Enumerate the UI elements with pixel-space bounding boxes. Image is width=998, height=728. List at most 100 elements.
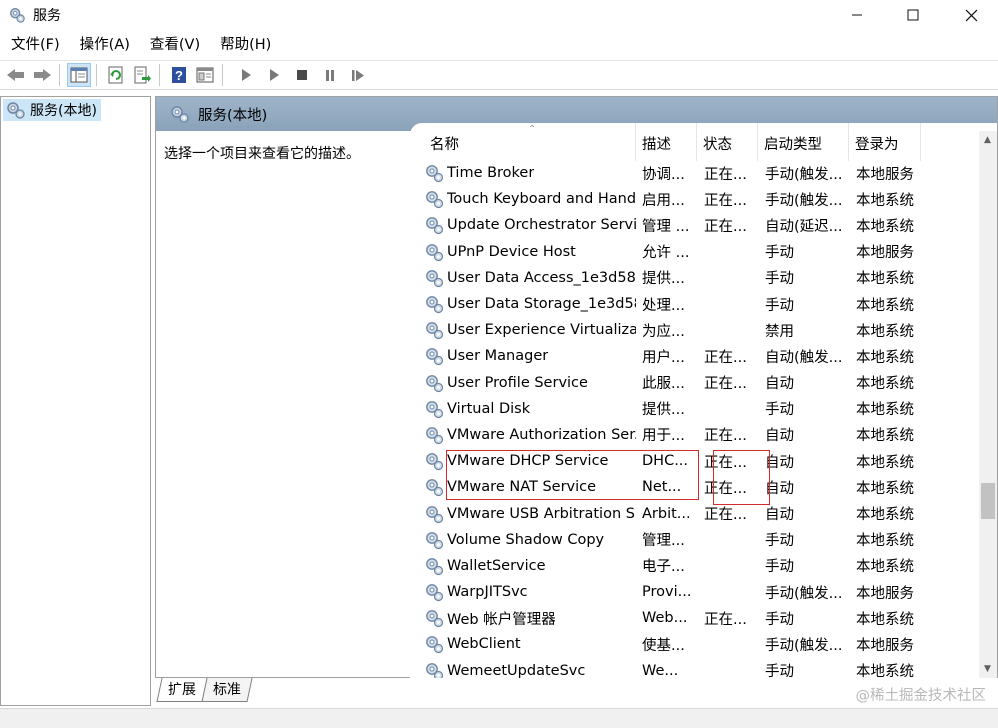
tree-item-services-local[interactable]: 服务(本地) (3, 99, 101, 121)
cell-status: 正在... (704, 376, 747, 393)
service-gear-icon (424, 346, 444, 366)
service-gear-icon (424, 425, 444, 445)
menu-action[interactable]: 操作(A) (70, 32, 140, 58)
maximize-icon[interactable] (890, 0, 936, 30)
help-icon[interactable]: ? (167, 63, 191, 87)
tab-label: 扩展 (168, 682, 196, 698)
cell-name: User Data Storage_1e3d58... (410, 294, 636, 314)
service-gear-icon (424, 242, 444, 262)
cell-description: Arbit... (642, 505, 691, 522)
cell-description: 管理... (642, 533, 685, 550)
start-service-alt-icon[interactable] (262, 63, 286, 87)
cell-name: Touch Keyboard and Hand... (410, 189, 636, 209)
close-icon[interactable] (948, 0, 994, 30)
vertical-scrollbar[interactable]: ▲ ▼ (979, 131, 997, 678)
services-gear-icon (10, 8, 25, 23)
menu-bar: 文件(F) 操作(A) 查看(V) 帮助(H) (0, 32, 998, 58)
service-name: VMware Authorization Ser... (447, 426, 636, 443)
cell-startup-type: 自动(延迟... (765, 218, 843, 235)
cell-startup-type: 手动(触发... (765, 637, 843, 654)
refresh-icon[interactable] (104, 63, 128, 87)
cell-description: 提供... (642, 402, 685, 419)
table-row[interactable]: Update Orchestrator Service 管理 ... 正在... 自动… (410, 212, 980, 238)
cell-log-on-as: 本地服务 (856, 637, 914, 654)
properties-icon[interactable] (193, 63, 217, 87)
table-row[interactable]: UPnP Device Host 允许 ... 手动 本地服务 (410, 239, 980, 265)
tab-extended[interactable]: 扩展 (156, 678, 208, 702)
table-row[interactable]: User Manager 用户... 正在... 自动(触发... 本地系统 (410, 343, 980, 369)
menu-file[interactable]: 文件(F) (0, 32, 70, 58)
cell-log-on-as: 本地系统 (856, 323, 914, 340)
table-row[interactable]: User Experience Virtualizat... 为应... 禁用 本地系… (410, 317, 980, 343)
table-row[interactable]: VMware Authorization Ser... 用于... 正在... 自动 本… (410, 422, 980, 448)
menu-view[interactable]: 查看(V) (140, 32, 210, 58)
service-name: User Data Access_1e3d5814 (447, 269, 636, 286)
sort-ascending-icon: ⌃ (528, 124, 537, 135)
cell-startup-type: 手动(触发... (765, 192, 843, 209)
cell-startup-type: 手动 (765, 297, 794, 314)
cell-name: WarpJITSvc (410, 582, 636, 602)
console-tree: 服务(本地) (0, 96, 151, 706)
table-row[interactable]: Touch Keyboard and Hand... 启用... 正在... 手动(触… (410, 186, 980, 212)
service-name: Web 帐户管理器 (447, 611, 556, 628)
service-name: User Profile Service (447, 374, 588, 391)
cell-status: 正在... (704, 349, 747, 366)
cell-description: 使基... (642, 637, 685, 654)
back-arrow-icon[interactable] (4, 63, 28, 87)
menu-help[interactable]: 帮助(H) (210, 32, 281, 58)
table-row[interactable]: Time Broker 协调... 正在... 手动(触发... 本地服务 (410, 160, 980, 186)
tree-item-label: 服务(本地) (30, 103, 97, 119)
table-row[interactable]: WebClient 使基... 手动(触发... 本地服务 (410, 631, 980, 657)
cell-description: 启用... (642, 192, 685, 209)
column-header-status[interactable]: 状态 (697, 123, 758, 161)
cell-startup-type: 自动 (765, 428, 794, 445)
service-gear-icon (424, 320, 444, 340)
cell-description: Web... (642, 610, 688, 627)
scroll-up-icon[interactable]: ▲ (984, 135, 991, 145)
export-list-icon[interactable] (130, 63, 154, 87)
cell-startup-type: 自动 (765, 454, 794, 471)
table-row[interactable]: User Data Access_1e3d5814 提供... 手动 本地系统 (410, 265, 980, 291)
service-gear-icon (424, 504, 444, 524)
service-gear-icon (424, 582, 444, 602)
restart-service-icon[interactable] (346, 63, 370, 87)
minimize-icon[interactable] (834, 0, 880, 30)
service-name: Update Orchestrator Service (447, 217, 636, 234)
stop-service-icon[interactable] (290, 63, 314, 87)
column-header-description[interactable]: 描述 (636, 123, 697, 161)
cell-description: 用户... (642, 349, 685, 366)
table-row[interactable]: Web 帐户管理器 Web... 正在... 手动 本地系统 (410, 605, 980, 631)
show-hide-console-tree-icon[interactable] (67, 63, 91, 87)
services-gear-icon (171, 106, 189, 123)
column-header-log-on-as[interactable]: 登录为 (849, 123, 921, 161)
cell-name: Update Orchestrator Service (410, 215, 636, 235)
pause-service-icon[interactable] (318, 63, 342, 87)
cell-description: 管理 ... (642, 218, 690, 235)
cell-startup-type: 自动(触发... (765, 349, 843, 366)
table-row[interactable]: VMware USB Arbitration S... Arbit... 正在...… (410, 500, 980, 526)
description-text: 选择一个项目来查看它的描述。 (164, 146, 360, 162)
scrollbar-thumb[interactable] (981, 483, 995, 519)
scroll-down-icon[interactable]: ▼ (984, 664, 991, 674)
table-row[interactable]: WarpJITSvc Provi... 手动(触发... 本地服务 (410, 579, 980, 605)
forward-arrow-icon[interactable] (30, 63, 54, 87)
table-row[interactable]: WalletService 电子... 手动 本地系统 (410, 553, 980, 579)
service-gear-icon (424, 294, 444, 314)
cell-log-on-as: 本地系统 (856, 192, 914, 209)
cell-log-on-as: 本地服务 (856, 245, 914, 262)
service-gear-icon (424, 661, 444, 678)
table-row[interactable]: User Profile Service 此服... 正在... 自动 本地系统 (410, 370, 980, 396)
table-row[interactable]: User Data Storage_1e3d58... 处理... 手动 本地系统 (410, 291, 980, 317)
cell-log-on-as: 本地系统 (856, 218, 914, 235)
cell-name: User Profile Service (410, 373, 636, 393)
table-row[interactable]: WemeetUpdateSvc We... 手动 本地系统 (410, 658, 980, 678)
table-row[interactable]: Virtual Disk 提供... 手动 本地系统 (410, 396, 980, 422)
service-gear-icon (424, 268, 444, 288)
column-header-name[interactable]: ⌃ 名称 (410, 123, 636, 161)
column-header-startup-type[interactable]: 启动类型 (758, 123, 849, 161)
service-name: Touch Keyboard and Hand... (447, 191, 636, 208)
cell-description: 协调... (642, 166, 685, 183)
start-service-icon[interactable] (234, 63, 258, 87)
table-row[interactable]: Volume Shadow Copy 管理... 手动 本地系统 (410, 527, 980, 553)
tab-standard[interactable]: 标准 (201, 678, 253, 702)
